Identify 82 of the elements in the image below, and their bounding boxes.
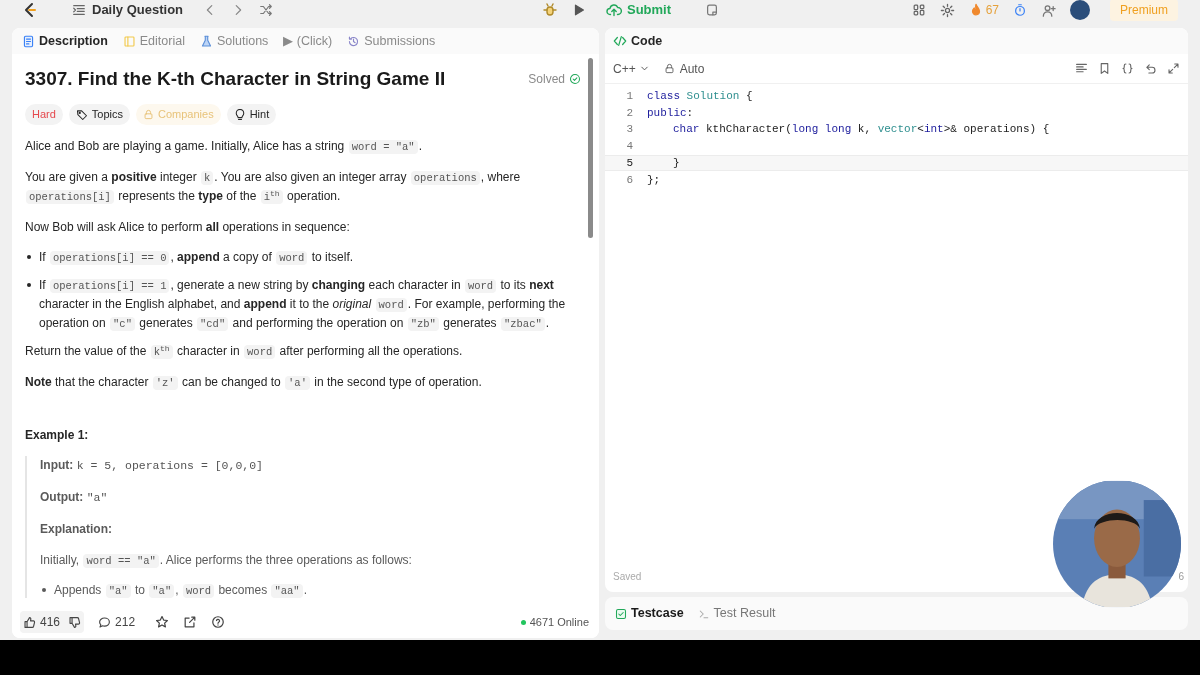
list-icon[interactable]: [72, 3, 86, 17]
lock-icon: [663, 63, 675, 74]
example-line: Input: k = 5, operations = [0,0,0]: [40, 457, 264, 474]
shuffle-icon[interactable]: [259, 3, 274, 17]
logo-icon[interactable]: [22, 2, 38, 18]
tab[interactable]: Solutions: [199, 31, 269, 51]
paragraph: Note that the character 'z' can be changed to 'a' in the second type of operation.: [25, 374, 483, 392]
thumbs-up-icon: [23, 615, 36, 629]
code-line: class Solution {: [647, 89, 753, 105]
code-icon: [613, 34, 627, 48]
line-number: 5: [625, 155, 633, 171]
bullet: [27, 255, 31, 259]
tab[interactable]: ▶ (Click): [283, 31, 333, 51]
submit-button[interactable]: Submit: [600, 0, 678, 20]
line-number: 1: [625, 89, 633, 105]
note-icon[interactable]: [705, 3, 720, 17]
comments-button[interactable]: 212: [98, 613, 136, 631]
flask-icon: [199, 34, 213, 48]
terminal-icon: [697, 607, 710, 620]
expand-icon[interactable]: [1167, 62, 1180, 75]
list-item: If operations[i] == 0 , append a copy of word to itself.: [39, 249, 354, 267]
share-icon[interactable]: [183, 615, 198, 629]
problem-title: 3307. Find the K-th Character in String Game II: [25, 67, 446, 91]
example-heading: Example 1:: [25, 427, 90, 444]
topics-button[interactable]: Topics: [68, 104, 131, 125]
star-icon[interactable]: [155, 615, 170, 629]
line-number: 3: [625, 122, 633, 138]
help-icon[interactable]: [211, 615, 226, 629]
saved-status: Saved: [613, 570, 642, 585]
tab[interactable]: Testcase: [615, 604, 684, 624]
example-line: Output: "a": [40, 489, 109, 506]
document-icon: [22, 34, 35, 48]
tag-icon: [75, 108, 88, 121]
daily-question-link[interactable]: Daily Question: [92, 0, 184, 20]
lightbulb-icon: [233, 108, 246, 121]
paragraph: Alice and Bob are playing a game. Initially, Alice has a string word = "a" .: [25, 138, 423, 156]
settings-icon[interactable]: [939, 2, 955, 18]
scrollbar[interactable]: [588, 58, 593, 238]
tab[interactable]: Editorial: [122, 31, 185, 51]
code-line: };: [647, 172, 661, 188]
bookmark-icon[interactable]: [1098, 62, 1111, 75]
add-user-icon[interactable]: [1041, 2, 1056, 18]
lock-icon: [143, 109, 155, 120]
line-number: 2: [625, 105, 633, 121]
tab[interactable]: Submissions: [347, 31, 436, 51]
paragraph: Now Bob will ask Alice to perform all operations in sequence:: [25, 219, 351, 236]
line-number: 4: [625, 139, 633, 155]
bug-icon[interactable]: [542, 2, 558, 18]
list-item: Appends "a" to "a" , word becomes "aa" .: [54, 583, 308, 598]
checkbox-icon: [615, 607, 627, 620]
paragraph: Return the value of the k$^{th}$ character in word after performing all the operations.: [25, 343, 464, 361]
paragraph: You are given a positive integer k . You are also given an integer array operations , where operations[i] represents the type of the i$^{th}$ operation.: [25, 169, 522, 206]
language-dropdown[interactable]: C++: [613, 59, 650, 78]
code-line: }: [672, 155, 680, 171]
example-line: Explanation:: [40, 521, 113, 538]
history-icon: [347, 34, 361, 48]
timer-icon[interactable]: [1013, 3, 1027, 17]
comment-icon: [98, 615, 112, 629]
play-icon[interactable]: [572, 3, 586, 17]
upload-cloud-icon: [606, 2, 622, 18]
example-line: Initially, word == "a" . Alice performs the three operations as follows:: [40, 552, 413, 570]
online-count: 4671 Online: [529, 614, 589, 630]
format-icon[interactable]: [1075, 62, 1088, 75]
code-line: public:: [647, 105, 694, 121]
tab[interactable]: Description: [22, 31, 108, 51]
thumbs-down-icon[interactable]: [68, 615, 82, 629]
panel-title: Code: [631, 32, 663, 50]
layout-icon[interactable]: [911, 3, 926, 17]
cursor-position: 6: [1178, 570, 1184, 585]
line-number: 6: [625, 172, 633, 188]
auto-mode-label[interactable]: Auto: [679, 59, 705, 78]
difficulty-badge[interactable]: Hard: [25, 104, 63, 125]
avatar[interactable]: [1070, 0, 1090, 20]
hint-button[interactable]: Hint: [226, 104, 277, 125]
code-line: char kthCharacter(long long k, vector<int>& operations) {: [672, 122, 1050, 138]
solved-label: Solved: [528, 71, 565, 88]
list-item: If operations[i] == 1 , generate a new string by changing each character in word to its next character in the English alphabet, and append it to the original word . For example, performing the operation on "c" generates "cd" and performing the operation on "zb" generates "zbac" .: [39, 277, 567, 333]
undo-icon[interactable]: [1144, 62, 1157, 75]
braces-icon[interactable]: [1121, 62, 1134, 75]
bullet: [27, 283, 31, 287]
book-icon: [122, 34, 136, 48]
tab[interactable]: Test Result: [697, 604, 776, 624]
